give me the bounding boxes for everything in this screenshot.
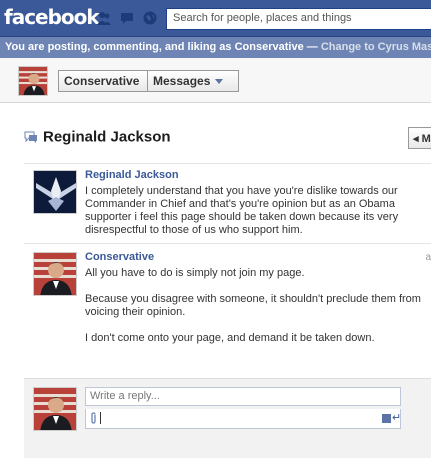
air-force-logo: [34, 171, 76, 213]
notice-text: You are posting, commenting, and liking …: [5, 41, 321, 53]
thread-nav-button-label: M: [421, 133, 431, 145]
page-header: Conservative Messages: [0, 58, 431, 103]
message-paragraph: I don't come onto your page, and demand …: [85, 332, 375, 344]
reply-composer: Write a reply... ↵: [24, 378, 431, 458]
message-paragraph: All you have to do is simply not join my…: [85, 267, 305, 279]
page-button[interactable]: Conservative: [58, 70, 148, 92]
top-bar: facebook Search for people, places and t…: [0, 0, 431, 37]
message-body: All you have to do is simply not join my…: [85, 267, 431, 358]
message-author[interactable]: Conservative: [85, 251, 154, 263]
reply-toolbar: ↵: [85, 409, 401, 429]
friends-icon[interactable]: [96, 10, 112, 26]
message-item: Conservative a All you have to do is sim…: [24, 248, 431, 358]
message-bubble-icon: [24, 131, 37, 143]
message-item: Reginald Jackson I completely understand…: [24, 166, 431, 242]
composer-avatar: [33, 387, 77, 431]
chevron-down-icon: [215, 79, 224, 85]
author-avatar[interactable]: [33, 252, 77, 296]
message-time: a: [425, 252, 431, 263]
message-author[interactable]: Reginald Jackson: [85, 169, 179, 181]
thread-title-text: Reginald Jackson: [43, 128, 171, 146]
reply-input[interactable]: Write a reply...: [85, 387, 401, 406]
divider: [24, 163, 431, 164]
checkbox-icon[interactable]: [382, 414, 391, 423]
acting-as-notice: You are posting, commenting, and liking …: [0, 37, 431, 58]
facebook-logo[interactable]: facebook: [4, 5, 100, 29]
paperclip-icon[interactable]: [89, 412, 98, 425]
author-avatar[interactable]: [33, 170, 77, 214]
messages-button-label: Messages: [153, 74, 211, 88]
page-avatar-image: [19, 67, 47, 95]
messages-dropdown-button[interactable]: Messages: [147, 70, 239, 92]
messages-icon[interactable]: [119, 10, 135, 26]
divider: [24, 243, 431, 244]
message-paragraph: I completely understand that you have yo…: [85, 185, 399, 236]
enter-key-icon: ↵: [392, 412, 402, 424]
avatar-image: [34, 253, 76, 295]
avatar-image: [34, 388, 76, 430]
text-cursor: [100, 412, 101, 424]
thread-title: Reginald Jackson: [24, 128, 171, 146]
page-avatar[interactable]: [18, 66, 48, 96]
change-identity-link[interactable]: Change to Cyrus Massoumi: [321, 41, 431, 53]
globe-icon[interactable]: [142, 10, 158, 26]
message-body: I completely understand that you have yo…: [85, 185, 431, 250]
thread-nav-button[interactable]: ◂ M: [408, 127, 431, 149]
message-paragraph: Because you disagree with someone, it sh…: [85, 293, 421, 318]
conversation-panel: Reginald Jackson ◂ M Reginald Jackson I …: [0, 103, 431, 458]
search-input[interactable]: Search for people, places and things: [166, 8, 431, 30]
